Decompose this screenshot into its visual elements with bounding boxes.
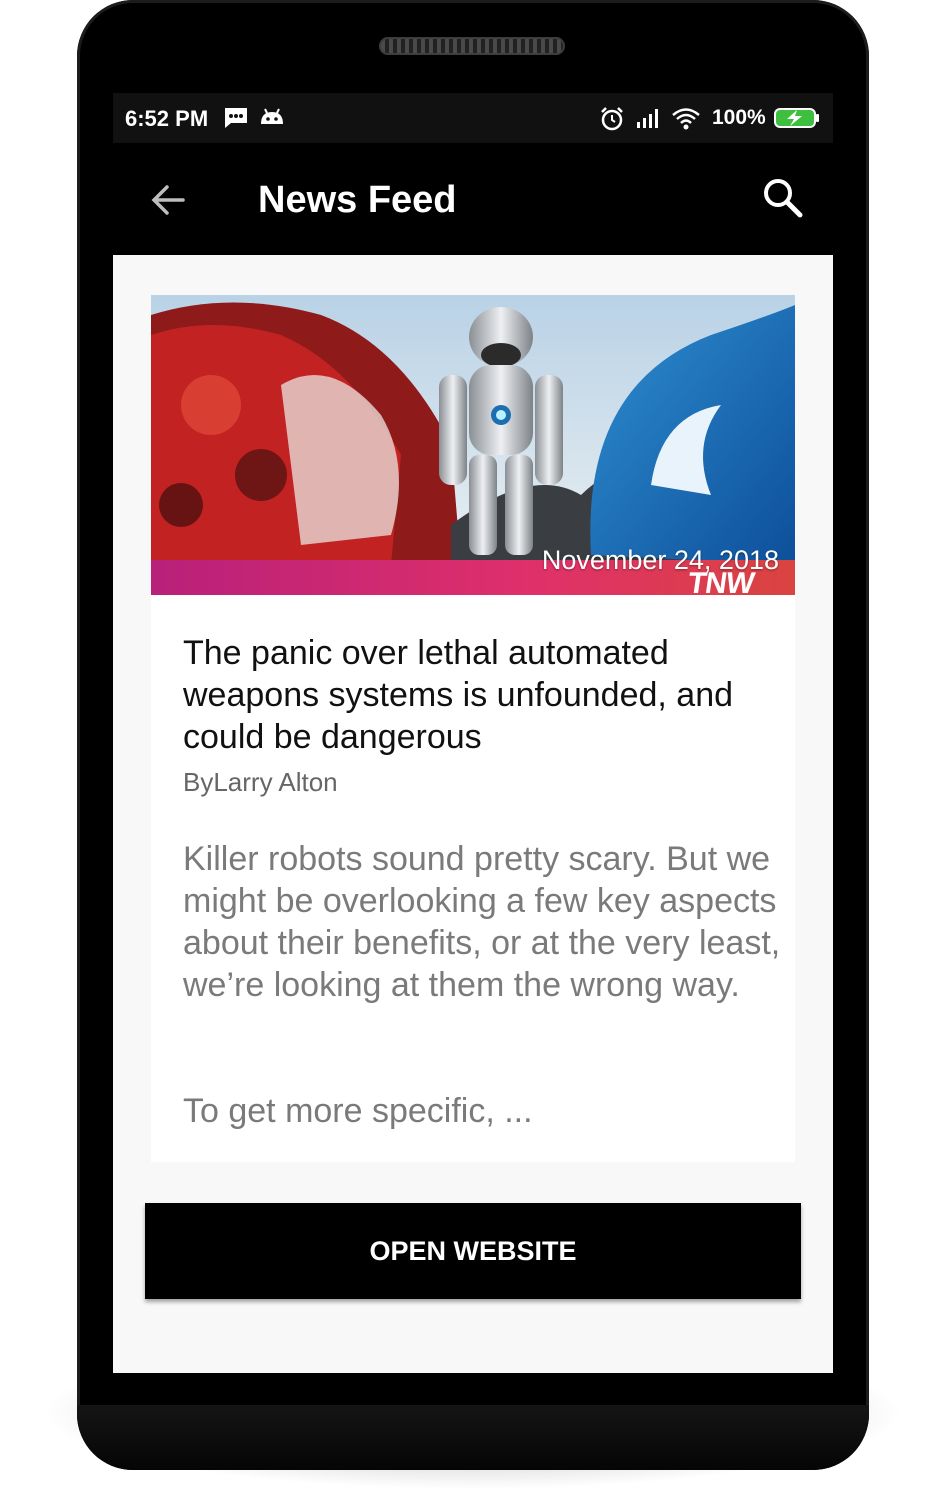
- article-summary: Killer robots sound pretty scary. But we…: [183, 840, 781, 1004]
- article-author: ByLarry Alton: [183, 767, 338, 797]
- article-summary-more: To get more specific, ...: [183, 1092, 533, 1130]
- android-icon: [261, 108, 283, 124]
- signal-icon: [637, 109, 658, 128]
- message-icon: [225, 108, 247, 128]
- phone-chin: [77, 1405, 869, 1470]
- article-card: November 24, 2018 TNW The panic over let…: [151, 295, 795, 1162]
- battery-percent: 100%: [712, 106, 766, 129]
- article-image: November 24, 2018 TNW: [151, 295, 795, 595]
- open-website-button[interactable]: OPEN WEBSITE: [145, 1203, 801, 1299]
- phone-screen: 6:52 PM 100% News Feed November 24, 2018…: [113, 93, 833, 1373]
- app-bar: News Feed: [113, 143, 833, 255]
- publisher-logo: TNW: [685, 567, 756, 595]
- status-time: 6:52 PM: [125, 106, 209, 131]
- battery-charging-icon: [774, 108, 819, 128]
- wifi-icon: [672, 108, 700, 130]
- page-title: News Feed: [258, 179, 457, 221]
- search-icon[interactable]: [761, 176, 805, 220]
- phone-speaker-grille: [379, 37, 565, 55]
- arrow-back-icon[interactable]: [147, 178, 191, 222]
- status-bar: 6:52 PM 100%: [113, 93, 833, 143]
- alarm-icon: [601, 107, 623, 131]
- article-title: The panic over lethal automated weapons …: [183, 634, 734, 756]
